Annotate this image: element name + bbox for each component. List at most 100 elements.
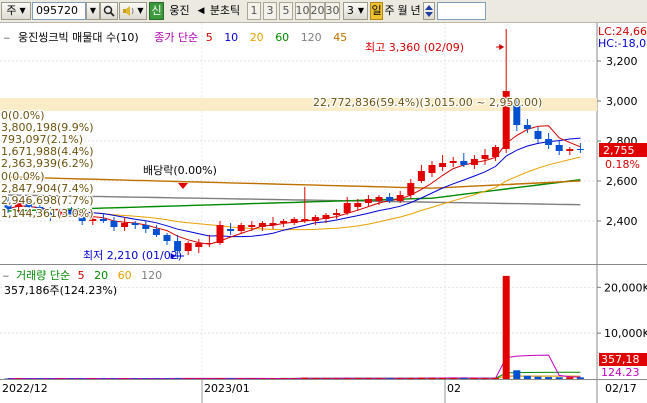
collapse-icon[interactable]: −	[3, 34, 11, 44]
stock-code-input[interactable]: 095720	[32, 2, 86, 20]
period-button-20[interactable]: 20	[310, 2, 325, 20]
candle[interactable]	[131, 221, 139, 229]
volume-bar[interactable]	[502, 275, 510, 379]
scroll-button[interactable]	[423, 2, 435, 20]
timeframe-week[interactable]: 주	[383, 2, 396, 20]
market-select[interactable]: 주 ▼	[1, 2, 31, 20]
candle[interactable]	[121, 217, 129, 231]
candle-body	[290, 219, 298, 223]
candle[interactable]	[545, 133, 553, 149]
candle[interactable]	[290, 217, 298, 225]
candle[interactable]	[163, 233, 171, 245]
candle[interactable]	[428, 161, 436, 177]
candle[interactable]	[142, 221, 150, 233]
candle-body	[280, 221, 288, 223]
period-label: 분초틱	[209, 4, 241, 17]
candle[interactable]	[205, 235, 213, 247]
candle[interactable]	[460, 153, 468, 167]
period-button-3[interactable]: 3	[263, 2, 277, 20]
candle-body	[364, 199, 372, 203]
date-axis[interactable]: 2022/12 2023/01 02 02/17	[0, 379, 647, 403]
candle[interactable]	[195, 239, 203, 253]
vol-ma-line-5	[8, 354, 581, 379]
candle[interactable]	[301, 187, 309, 223]
period-button-30[interactable]: 30	[325, 2, 340, 20]
price-pane[interactable]: 2,400 2,600 2,800 3,000 3,200 0(0.0%) 3,800,19…	[0, 23, 647, 264]
candle[interactable]	[184, 241, 192, 255]
candle-body	[322, 215, 330, 219]
candle[interactable]	[364, 195, 372, 207]
volume-bar[interactable]	[513, 370, 521, 379]
candle-body	[566, 149, 574, 151]
collapse-icon[interactable]: −	[2, 272, 10, 282]
candle[interactable]	[237, 223, 245, 233]
candle-body	[152, 229, 160, 235]
volume-pane[interactable]: 10,000K 20,000K 357,18 124.23 − 거래량 단순 5 20…	[0, 264, 647, 380]
credit-badge[interactable]: 신	[149, 2, 164, 20]
period-select[interactable]: 3 ▼	[343, 2, 368, 20]
candle-body	[343, 203, 351, 213]
extra-input[interactable]	[437, 2, 486, 20]
candle[interactable]	[449, 157, 457, 167]
date-label: 02/17	[605, 382, 637, 395]
candle-body	[333, 213, 341, 215]
timeframe-month[interactable]: 월	[396, 2, 409, 20]
period-button-5[interactable]: 5	[279, 2, 293, 20]
period-button-1[interactable]: 1	[247, 2, 261, 20]
vol-ma-line-20	[8, 371, 581, 379]
candle-body	[195, 243, 203, 247]
ma-label-5: 5	[205, 31, 213, 44]
ma-label-120: 120	[300, 31, 322, 44]
candle[interactable]	[269, 217, 277, 229]
candle-body	[301, 219, 309, 221]
candle[interactable]	[227, 223, 235, 235]
price-legend: − 웅진씽크빅 매물대 수(10) 종가 단순 5 10 20 60 120 4…	[3, 29, 347, 45]
candle[interactable]	[343, 197, 351, 215]
candle-body	[311, 217, 319, 221]
volume-badge-label: 357,18	[601, 353, 640, 366]
volume-profile-label: 2,363,939(6.2%)	[1, 157, 94, 170]
candle-body	[205, 243, 213, 244]
candle[interactable]	[566, 147, 574, 155]
ma-prefix: 종가 단순	[154, 31, 199, 44]
code-dropdown-button[interactable]: ▼	[86, 2, 100, 20]
candle[interactable]	[248, 221, 256, 231]
candle[interactable]	[417, 165, 425, 183]
candle[interactable]	[280, 219, 288, 227]
candle[interactable]	[576, 143, 584, 153]
candle-body	[184, 243, 192, 251]
price-chart[interactable]: 2,4002,6002,8003,0003,2000(0.0%)3,800,19…	[0, 23, 647, 264]
candle-body	[248, 225, 256, 227]
y-tick-label: 20,000K	[604, 281, 647, 294]
period-button-10[interactable]: 10	[295, 2, 310, 20]
timeframe-day[interactable]: 일	[370, 2, 383, 20]
timeframe-year[interactable]: 년	[409, 2, 422, 20]
volume-profile-label: 2,946,698(7.7%)	[1, 194, 94, 207]
candle[interactable]	[481, 149, 489, 165]
candle-body	[258, 223, 266, 227]
candle-body	[417, 171, 425, 181]
candle-body	[407, 183, 415, 195]
chevron-down-icon: ▼	[137, 6, 144, 15]
candle[interactable]	[555, 141, 563, 155]
high-arrow-head	[499, 44, 505, 50]
candle[interactable]	[216, 221, 224, 245]
candle-body	[227, 229, 235, 231]
candle-body	[545, 139, 553, 145]
volume-pane-title: 거래량 단순	[16, 269, 71, 282]
y-tick-label: 10,000K	[604, 327, 647, 340]
search-button[interactable]	[100, 2, 118, 20]
search-icon	[103, 5, 115, 17]
candle[interactable]	[470, 155, 478, 169]
candle[interactable]	[110, 217, 118, 231]
sound-button[interactable]: ▼	[119, 2, 147, 20]
candle-body	[576, 149, 584, 150]
candle[interactable]	[333, 209, 341, 219]
candle-body	[396, 195, 404, 201]
candle-body	[460, 161, 468, 165]
period-selected: 3	[346, 4, 354, 17]
candle[interactable]	[502, 29, 510, 153]
candle-body	[481, 155, 489, 159]
market-label: 주	[6, 4, 17, 17]
low-label: 최저 2,210 (01/02)	[83, 249, 182, 262]
